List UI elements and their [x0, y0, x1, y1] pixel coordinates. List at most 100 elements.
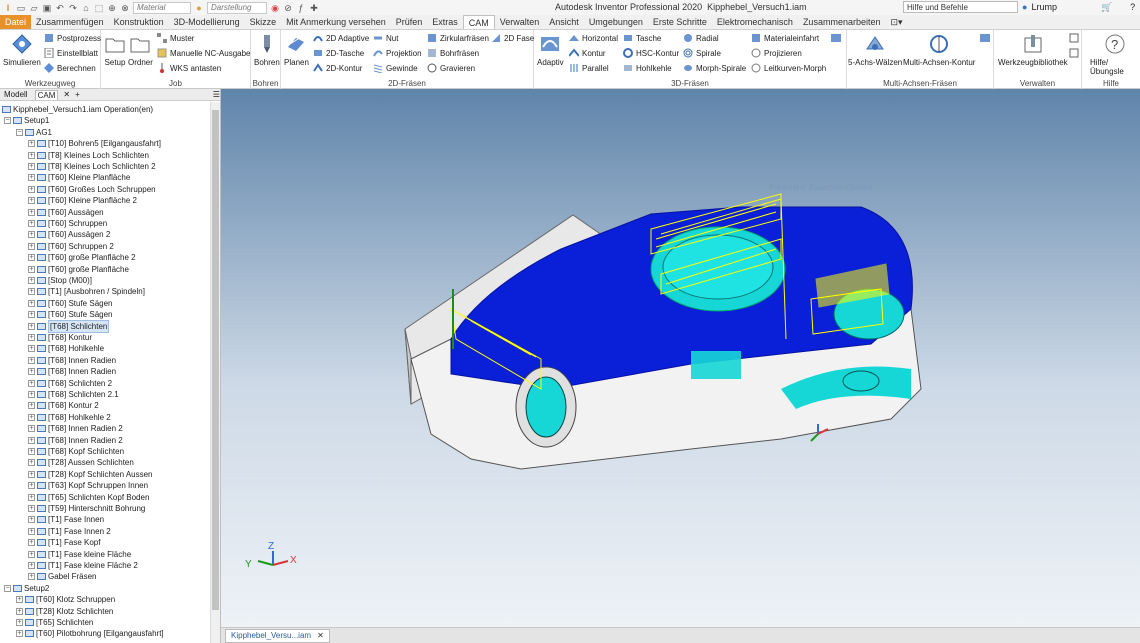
tab-3d-modellierung[interactable]: 3D-Modellierung — [169, 15, 245, 29]
tree-operation[interactable]: + [T8] Kleines Loch Schlichten 2 — [28, 161, 156, 172]
adaptive-2d-button[interactable]: 2D Adaptive — [313, 33, 369, 43]
tab-zusammenfügen[interactable]: Zusammenfügen — [31, 15, 109, 29]
hsc-contour-button[interactable]: HSC-Kontur — [623, 48, 679, 58]
tree-operation[interactable]: + [T68] Innen Radien — [28, 366, 116, 377]
tree-operation[interactable]: + [T68] Schlichten 2 — [28, 378, 112, 389]
expand-toggle-icon[interactable]: + — [28, 516, 35, 524]
drill-button[interactable]: Bohren — [254, 33, 280, 67]
tree-operation[interactable]: + [T1] Fase kleine Fläche 2 — [28, 560, 138, 571]
browser-scrollbar[interactable] — [210, 102, 220, 643]
ramp-button[interactable]: Materialeinfahrt — [751, 33, 819, 43]
expand-toggle-icon[interactable]: + — [28, 299, 35, 307]
manage-small-2[interactable] — [1069, 48, 1079, 58]
morph-spiral-button[interactable]: Morph-Spirale — [683, 63, 746, 73]
tree-operation[interactable]: + [T10] Bohren5 [Eilgangausfahrt] — [28, 138, 161, 149]
expand-toggle-icon[interactable]: + — [28, 539, 35, 547]
cross-icon[interactable]: ✚ — [309, 3, 319, 13]
adaptive-button[interactable]: Adaptiv — [537, 33, 564, 67]
color-override-icon[interactable]: ◉ — [270, 3, 280, 13]
tree-operation[interactable]: + [T68] Schlichten — [28, 319, 110, 333]
expand-toggle-icon[interactable]: + — [28, 151, 35, 159]
expand-toggle-icon[interactable]: + — [28, 368, 35, 376]
tab-extras[interactable]: Extras — [427, 15, 463, 29]
folder-button[interactable]: Ordner — [128, 33, 153, 67]
setup-button[interactable]: Setup — [104, 33, 126, 67]
expand-toggle-icon[interactable]: + — [28, 436, 35, 444]
home-icon[interactable]: ⌂ — [81, 3, 91, 13]
tree-operation[interactable]: + [T28] Kopf Schlichten Aussen — [28, 469, 153, 480]
clear-override-icon[interactable]: ⊘ — [283, 3, 293, 13]
tree-operation[interactable]: + [T59] Hinterschnitt Bohrung — [28, 503, 145, 514]
document-tab[interactable]: Kipphebel_Versu...iam ✕ — [225, 629, 330, 643]
tab-cam[interactable]: CAM — [462, 15, 495, 29]
expand-toggle-icon[interactable]: + — [28, 185, 35, 193]
tab-verwalten[interactable]: Verwalten — [495, 15, 545, 29]
postprocess-button[interactable]: Postprozess — [44, 33, 101, 43]
expand-toggle-icon[interactable]: + — [28, 265, 35, 273]
expand-toggle-icon[interactable]: + — [28, 220, 35, 227]
expand-toggle-icon[interactable]: + — [28, 459, 35, 467]
tool-library-button[interactable]: Werkzeugbibliothek — [998, 33, 1068, 67]
tree-operation[interactable]: + [T68] Kopf Schlichten — [28, 446, 124, 457]
tree-operation[interactable]: + [T60] Aussägen — [28, 207, 104, 218]
tree-operation[interactable]: + [T1] Fase kleine Fläche — [28, 549, 131, 560]
tree-operation[interactable]: + [T60] große Planfläche 2 — [28, 252, 136, 263]
search-input[interactable]: Hilfe und Befehle durchsuchen... — [903, 1, 1018, 23]
tree-operation[interactable]: + [T8] Kleines Loch Schlichten — [28, 150, 149, 161]
tab-zusammenarbeiten[interactable]: Zusammenarbeiten — [798, 15, 886, 29]
tab-datei[interactable]: Datei — [0, 15, 32, 29]
cart-icon[interactable]: 🛒 — [1101, 2, 1112, 13]
pencil-button[interactable]: Hohlkehle — [623, 63, 672, 73]
tree-operation[interactable]: − AG1 — [16, 127, 52, 138]
expand-toggle-icon[interactable]: + — [28, 482, 35, 490]
expand-toggle-icon[interactable]: + — [28, 470, 35, 478]
project-button[interactable]: Projizieren — [751, 48, 802, 58]
contour-2d-button[interactable]: 2D-Kontur — [313, 63, 362, 73]
update-icon[interactable]: ⊕ — [107, 3, 117, 13]
model-view[interactable]: Z X Y — [221, 89, 1140, 627]
tree-operation[interactable]: + [T60] Klotz Schruppen — [16, 594, 115, 605]
expand-toggle-icon[interactable]: + — [28, 140, 35, 148]
expand-toggle-icon[interactable]: + — [28, 334, 35, 341]
expand-toggle-icon[interactable]: + — [28, 402, 35, 410]
tree-operation[interactable]: + [T1] Fase Kopf — [28, 537, 100, 548]
appearance-dropdown[interactable]: Darstellung — [207, 1, 267, 14]
expand-toggle-icon[interactable]: + — [16, 630, 23, 638]
undo-icon[interactable]: ↶ — [55, 3, 65, 13]
expand-toggle-icon[interactable]: − — [4, 117, 11, 125]
tree-operation[interactable]: + [T68] Hohlkehle 2 — [28, 412, 111, 423]
expand-toggle-icon[interactable]: + — [28, 562, 35, 569]
expand-toggle-icon[interactable]: − — [16, 128, 23, 136]
expand-toggle-icon[interactable]: + — [28, 573, 35, 581]
contour-3d-button[interactable]: Kontur — [569, 48, 606, 58]
tab-elektromechanisch[interactable]: Elektromechanisch — [712, 15, 798, 29]
expand-toggle-icon[interactable]: + — [28, 391, 35, 398]
tree-operation[interactable]: + [Stop (M00)] — [28, 275, 92, 286]
expand-toggle-icon[interactable]: + — [28, 345, 35, 353]
tree-operation[interactable]: + [T28] Klotz Schlichten — [16, 606, 113, 617]
pattern-button[interactable]: Muster — [157, 33, 194, 43]
add-browser-tab-icon[interactable]: + — [75, 90, 80, 99]
expand-toggle-icon[interactable]: + — [28, 254, 35, 262]
expand-toggle-icon[interactable]: + — [28, 311, 35, 319]
expand-toggle-icon[interactable]: + — [28, 277, 35, 284]
radial-button[interactable]: Radial — [683, 33, 719, 43]
expand-toggle-icon[interactable]: + — [28, 231, 35, 239]
help-tutorial-button[interactable]: ? Hilfe/Übungsle — [1090, 33, 1140, 76]
generate-button[interactable]: Berechnen — [44, 63, 96, 73]
close-document-icon[interactable]: ✕ — [317, 630, 324, 642]
probe-wcs-button[interactable]: WKS antasten — [157, 63, 221, 73]
tree-operation[interactable]: + [T60] Stufe Sägen — [28, 298, 113, 309]
expand-toggle-icon[interactable]: + — [16, 619, 23, 626]
simulate-button[interactable]: Simulieren — [3, 33, 41, 67]
expand-toggle-icon[interactable]: + — [28, 550, 35, 558]
tree-operation[interactable]: + [T60] große Planfläche — [28, 264, 129, 275]
expand-toggle-icon[interactable]: + — [28, 413, 35, 421]
close-browser-tab-icon[interactable]: ✕ — [63, 90, 70, 99]
tree-operation[interactable]: + [T1] Fase Innen — [28, 514, 104, 525]
expand-toggle-icon[interactable]: + — [28, 356, 35, 364]
expand-toggle-icon[interactable]: + — [16, 596, 23, 604]
face-button[interactable]: Planen — [284, 33, 309, 67]
material-dropdown[interactable]: Material — [133, 1, 191, 14]
swarf-button[interactable]: 5-Achs-Wälzen — [848, 33, 902, 67]
